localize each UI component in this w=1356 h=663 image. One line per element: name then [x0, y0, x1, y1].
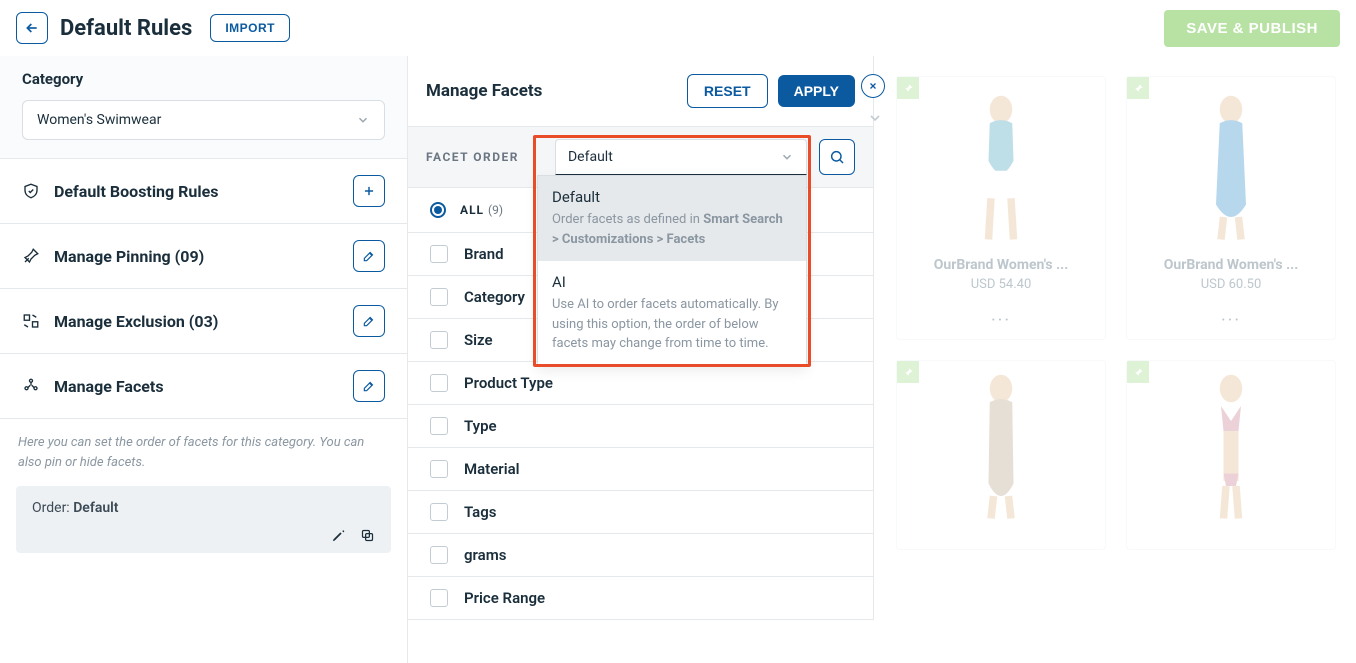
facet-order-menu: Default Order facets as defined in Smart…	[537, 175, 807, 367]
products-panel: OurBrand Women's ... USD 54.40 ··· OurBr…	[888, 56, 1356, 663]
facet-row[interactable]: Type	[408, 405, 873, 448]
checkbox[interactable]	[430, 288, 448, 306]
topbar: Default Rules IMPORT SAVE & PUBLISH	[0, 0, 1356, 56]
search-icon	[829, 149, 845, 165]
category-label: Category	[22, 70, 385, 88]
facet-row[interactable]: Tags	[408, 491, 873, 534]
facet-name: Material	[464, 460, 520, 478]
page-title: Default Rules	[60, 16, 192, 41]
sidebar-item-pinning[interactable]: Manage Pinning (09)	[0, 224, 407, 289]
option-title: AI	[552, 273, 792, 291]
import-button[interactable]: IMPORT	[210, 14, 290, 42]
facet-row[interactable]: Material	[408, 448, 873, 491]
sidebar-item-label: Manage Facets	[54, 377, 164, 396]
option-title: Default	[552, 188, 792, 206]
order-value: Default	[73, 500, 118, 516]
facet-order-select[interactable]: Default	[555, 139, 807, 175]
sidebar-item-label: Manage Exclusion (03)	[54, 312, 218, 331]
facet-row[interactable]: Product Type	[408, 362, 873, 405]
facet-row[interactable]: grams	[408, 534, 873, 577]
facet-name: Product Type	[464, 374, 553, 392]
plus-icon	[362, 184, 376, 198]
sidebar: Category Women's Swimwear Default Boosti…	[0, 56, 408, 663]
checkbox[interactable]	[430, 460, 448, 478]
facet-search-button[interactable]	[819, 139, 855, 175]
edit-icon	[362, 314, 376, 328]
facet-name: Type	[464, 417, 497, 435]
copy-icon	[360, 528, 375, 543]
overlay-fade	[888, 56, 1356, 663]
facet-order-label: FACET ORDER	[426, 150, 519, 164]
sidebar-item-facets[interactable]: Manage Facets	[0, 354, 407, 419]
facet-name: Tags	[464, 503, 497, 521]
shield-icon	[22, 182, 44, 200]
edit-button[interactable]	[353, 370, 385, 402]
chevron-down-icon	[867, 110, 883, 126]
manage-facets-panel: Manage Facets RESET APPLY FACET ORDER De…	[408, 56, 874, 620]
checkbox[interactable]	[430, 417, 448, 435]
apply-button[interactable]: APPLY	[778, 75, 855, 107]
option-desc-before: Order facets as defined in	[552, 212, 703, 227]
edit-order-button[interactable]	[331, 528, 346, 543]
sidebar-item-exclusion[interactable]: Manage Exclusion (03)	[0, 289, 407, 354]
option-desc: Order facets as defined in Smart Search …	[552, 210, 792, 249]
sidebar-item-boosting[interactable]: Default Boosting Rules	[0, 159, 407, 224]
manage-facets-title: Manage Facets	[426, 81, 542, 101]
arrow-left-icon	[24, 20, 40, 36]
facet-order-row: FACET ORDER Default Default Order	[408, 127, 873, 188]
edit-button[interactable]	[353, 305, 385, 337]
category-section: Category Women's Swimwear	[0, 56, 407, 159]
edit-button[interactable]	[353, 240, 385, 272]
add-button[interactable]	[353, 175, 385, 207]
checkbox[interactable]	[430, 245, 448, 263]
facet-name: Price Range	[464, 589, 545, 607]
facet-name: Brand	[464, 245, 504, 263]
facet-order-option-ai[interactable]: AI Use AI to order facets automatically.…	[538, 261, 806, 366]
save-publish-button[interactable]: SAVE & PUBLISH	[1164, 10, 1340, 47]
category-value: Women's Swimwear	[37, 112, 161, 128]
facet-name: grams	[464, 546, 506, 564]
pin-icon	[22, 247, 44, 265]
all-count: (9)	[488, 203, 503, 217]
facet-order-summary: Order: Default	[16, 486, 391, 553]
close-icon	[868, 81, 878, 91]
expand-panel-button[interactable]	[867, 110, 883, 126]
facet-name: Category	[464, 288, 525, 306]
manage-facets-header: Manage Facets RESET APPLY	[408, 56, 873, 127]
chevron-down-icon	[356, 113, 370, 127]
checkbox[interactable]	[430, 589, 448, 607]
radio-selected-icon	[430, 202, 446, 218]
facet-order-selected: Default	[568, 149, 613, 165]
facet-order-option-default[interactable]: Default Order facets as defined in Smart…	[538, 176, 806, 261]
facet-row[interactable]: Price Range	[408, 577, 873, 620]
pencil-icon	[331, 528, 346, 543]
sidebar-item-label: Default Boosting Rules	[54, 182, 218, 201]
sidebar-item-label: Manage Pinning (09)	[54, 247, 204, 266]
facets-icon	[22, 377, 44, 395]
back-button[interactable]	[16, 12, 48, 44]
all-label: ALL	[460, 203, 484, 217]
edit-icon	[362, 249, 376, 263]
option-desc-before: Use AI to order facets automatically. By…	[552, 297, 779, 351]
close-panel-button[interactable]	[861, 74, 885, 98]
edit-icon	[362, 379, 376, 393]
reset-button[interactable]: RESET	[687, 74, 768, 108]
checkbox[interactable]	[430, 546, 448, 564]
copy-order-button[interactable]	[360, 528, 375, 543]
order-prefix: Order:	[32, 500, 70, 516]
facet-name: Size	[464, 331, 493, 349]
chevron-down-icon	[780, 150, 794, 164]
checkbox[interactable]	[430, 331, 448, 349]
checkbox[interactable]	[430, 374, 448, 392]
facet-note: Here you can set the order of facets for…	[0, 419, 407, 486]
category-dropdown[interactable]: Women's Swimwear	[22, 100, 385, 140]
option-desc: Use AI to order facets automatically. By…	[552, 295, 792, 354]
checkbox[interactable]	[430, 503, 448, 521]
exclude-icon	[22, 312, 44, 330]
